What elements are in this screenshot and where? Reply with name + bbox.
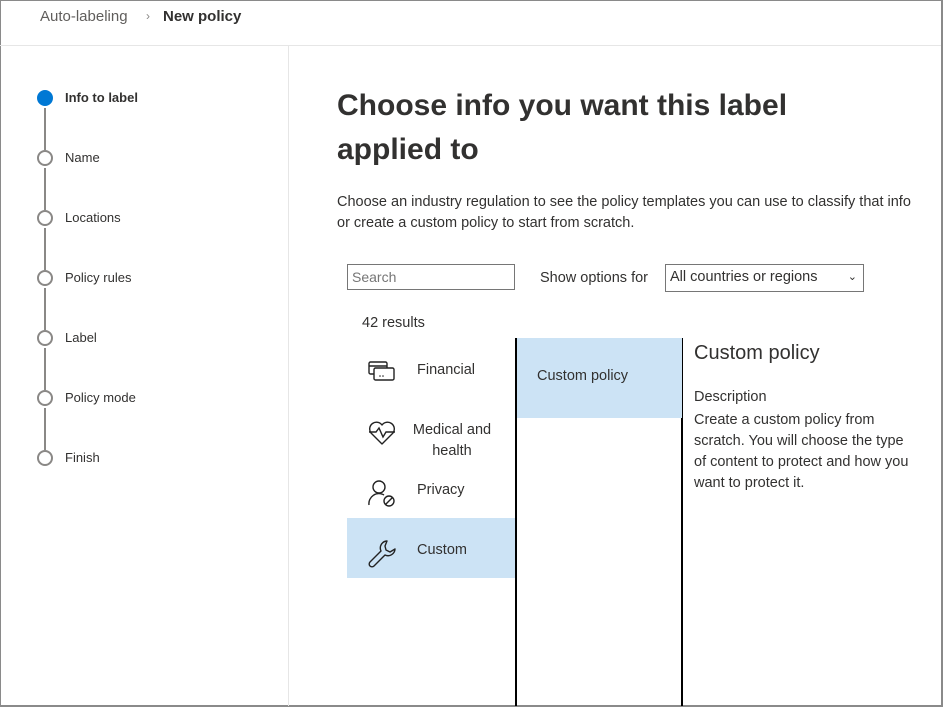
step-pending-icon — [37, 390, 53, 406]
results-count: 42 results — [362, 315, 425, 331]
region-select[interactable]: All countries or regions ⌄ — [665, 264, 864, 292]
step-connector — [44, 288, 46, 330]
step-pending-icon — [37, 450, 53, 466]
category-label: Custom — [417, 542, 467, 558]
step-label: Locations — [65, 210, 121, 225]
template-label: Custom policy — [537, 368, 629, 384]
breadcrumb-current: New policy — [163, 8, 242, 25]
step-connector — [44, 348, 46, 390]
detail-title: Custom policy — [694, 342, 820, 364]
region-select-value: All countries or regions — [670, 269, 818, 285]
step-active-icon — [37, 90, 53, 106]
show-options-label: Show options for — [540, 270, 649, 286]
heart-pulse-icon — [369, 421, 395, 445]
step-label: Label — [65, 330, 97, 345]
page-description: Choose an industry regulation to see the… — [337, 194, 911, 231]
category-label: Privacy — [417, 482, 465, 498]
step-connector — [44, 408, 46, 450]
step-connector — [44, 228, 46, 270]
detail-description: Create a custom policy from scratch. You… — [694, 412, 909, 491]
detail-description-heading: Description — [694, 389, 767, 405]
search-input[interactable] — [347, 264, 515, 290]
credit-cards-icon — [368, 361, 395, 381]
template-custom-policy[interactable]: Custom policy — [517, 338, 682, 418]
step-connector — [44, 108, 46, 150]
breadcrumb-auto-labeling[interactable]: Auto-labeling — [40, 8, 128, 25]
category-label: Financial — [417, 362, 476, 378]
step-label: Finish — [65, 450, 100, 465]
step-label: Info to label — [65, 90, 138, 105]
step-pending-icon — [37, 330, 53, 346]
category-label: Medical and health — [412, 422, 492, 459]
step-label: Name — [65, 150, 100, 165]
step-pending-icon — [37, 150, 53, 166]
category-medical-and-health[interactable]: Medical and health — [347, 408, 515, 468]
breadcrumb-chevron-icon: › — [146, 9, 150, 23]
category-custom[interactable]: Custom — [347, 518, 515, 578]
chevron-down-icon: ⌄ — [847, 271, 857, 283]
person-blocked-icon — [368, 480, 395, 507]
step-label: Policy mode — [65, 390, 136, 405]
wrench-icon — [368, 540, 396, 568]
step-pending-icon — [37, 270, 53, 286]
page-title: Choose info you want this label applied … — [337, 89, 788, 166]
step-pending-icon — [37, 210, 53, 226]
step-connector — [44, 168, 46, 210]
top-bar: Auto-labeling › New policy — [0, 0, 941, 46]
step-label: Policy rules — [65, 270, 132, 285]
category-financial[interactable]: Financial — [347, 338, 515, 398]
